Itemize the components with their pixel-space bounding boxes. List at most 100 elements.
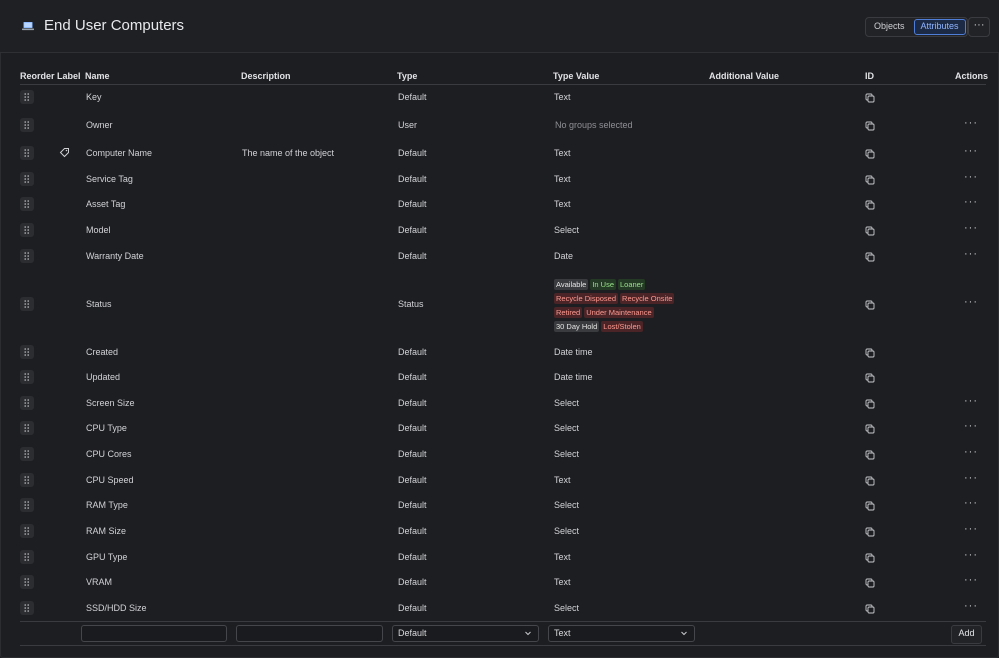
copy-icon[interactable] [865, 252, 875, 262]
window-frame [0, 0, 999, 658]
attribute-type: Default [398, 552, 427, 562]
attribute-type: Default [398, 526, 427, 536]
copy-icon[interactable] [865, 450, 875, 460]
attribute-type: Default [398, 449, 427, 459]
drag-handle-icon[interactable] [20, 421, 34, 435]
row-actions-button[interactable]: ··· [964, 196, 978, 208]
tab-objects[interactable]: Objects [866, 18, 913, 36]
copy-icon[interactable] [865, 476, 875, 486]
attribute-name: Asset Tag [86, 199, 126, 209]
drag-handle-icon[interactable] [20, 498, 34, 512]
row-actions-button[interactable]: ··· [964, 472, 978, 484]
drag-handle-icon[interactable] [20, 90, 34, 104]
attribute-name: CPU Type [86, 423, 127, 433]
drag-handle-icon[interactable] [20, 223, 34, 237]
status-badge: Recycle Disposed [554, 293, 619, 304]
copy-icon[interactable] [865, 175, 875, 185]
attribute-type: Default [398, 398, 427, 408]
drag-handle-icon[interactable] [20, 370, 34, 384]
drag-handle-icon[interactable] [20, 146, 34, 160]
status-badge-line: 30 Day Hold Lost/Stolen [554, 321, 645, 332]
attribute-type-value: Text [554, 577, 571, 587]
copy-icon[interactable] [865, 527, 875, 537]
status-badge: Under Maintenance [584, 307, 654, 318]
status-badge-line: Retired Under Maintenance [554, 307, 656, 318]
drag-handle-icon[interactable] [20, 396, 34, 410]
row-actions-button[interactable]: ··· [964, 549, 978, 561]
row-actions-button[interactable]: ··· [964, 600, 978, 612]
column-description: Description [241, 71, 291, 81]
attribute-type-value: Text [554, 475, 571, 485]
column-type-value: Type Value [553, 71, 600, 81]
new-type-select[interactable]: Default [392, 625, 539, 642]
drag-handle-icon[interactable] [20, 473, 34, 487]
drag-handle-icon[interactable] [20, 447, 34, 461]
copy-icon[interactable] [865, 200, 875, 210]
new-type-selected: Default [398, 628, 427, 638]
attribute-type-value: Date time [554, 372, 593, 382]
attribute-type: Default [398, 347, 427, 357]
attribute-name: GPU Type [86, 552, 128, 562]
header-more-button[interactable]: ··· [968, 17, 990, 37]
attribute-type-value: Select [554, 526, 580, 536]
new-name-input[interactable] [81, 625, 227, 642]
row-actions-button[interactable]: ··· [964, 248, 978, 260]
row-actions-button[interactable]: ··· [964, 523, 978, 535]
add-attribute-button[interactable]: Add [951, 625, 982, 644]
copy-icon[interactable] [865, 604, 875, 614]
copy-icon[interactable] [865, 348, 875, 358]
copy-icon[interactable] [865, 399, 875, 409]
tag-icon[interactable] [59, 147, 70, 158]
status-badge: Loaner [618, 279, 646, 290]
row-actions-button[interactable]: ··· [964, 497, 978, 509]
drag-handle-icon[interactable] [20, 575, 34, 589]
copy-icon[interactable] [865, 226, 875, 236]
drag-handle-icon[interactable] [20, 601, 34, 615]
copy-icon[interactable] [865, 149, 875, 159]
drag-handle-icon[interactable] [20, 345, 34, 359]
copy-icon[interactable] [865, 93, 875, 103]
attribute-name: Warranty Date [86, 251, 144, 261]
attribute-type: Default [398, 148, 427, 158]
attribute-type: Default [398, 423, 427, 433]
attribute-type: Default [398, 372, 427, 382]
copy-icon[interactable] [865, 373, 875, 383]
drag-handle-icon[interactable] [20, 197, 34, 211]
column-label: Label [57, 71, 81, 81]
attribute-name: Updated [86, 372, 121, 382]
row-actions-button[interactable]: ··· [964, 446, 978, 458]
copy-icon[interactable] [865, 501, 875, 511]
drag-handle-icon[interactable] [20, 524, 34, 538]
copy-icon[interactable] [865, 553, 875, 563]
drag-handle-icon[interactable] [20, 550, 34, 564]
row-actions-button[interactable]: ··· [964, 296, 978, 308]
status-badge: Available [554, 279, 589, 290]
row-actions-button[interactable]: ··· [964, 145, 978, 157]
copy-icon[interactable] [865, 578, 875, 588]
row-actions-button[interactable]: ··· [964, 171, 978, 183]
attribute-name: VRAM [86, 577, 113, 587]
drag-handle-icon[interactable] [20, 249, 34, 263]
drag-handle-icon[interactable] [20, 118, 34, 132]
row-actions-button[interactable]: ··· [964, 574, 978, 586]
copy-icon[interactable] [865, 121, 875, 131]
tab-attributes[interactable]: Attributes [913, 19, 966, 35]
status-badge: In Use [590, 279, 616, 290]
copy-icon[interactable] [865, 300, 875, 310]
new-type-value-select[interactable]: Text [548, 625, 695, 642]
drag-handle-icon[interactable] [20, 172, 34, 186]
new-description-input[interactable] [236, 625, 383, 642]
column-reorder: Reorder [20, 71, 55, 81]
attribute-type-value: Select [554, 449, 580, 459]
drag-handle-icon[interactable] [20, 297, 34, 311]
attribute-name: CPU Speed [86, 475, 134, 485]
row-actions-button[interactable]: ··· [964, 395, 978, 407]
row-actions-button[interactable]: ··· [964, 222, 978, 234]
row-actions-button[interactable]: ··· [964, 420, 978, 432]
attribute-description: The name of the object [242, 148, 335, 158]
row-actions-button[interactable]: ··· [964, 117, 978, 129]
view-toggle: Objects Attributes [865, 17, 968, 37]
copy-icon[interactable] [865, 424, 875, 434]
attribute-type: Default [398, 225, 427, 235]
attribute-name: Status [86, 299, 112, 309]
